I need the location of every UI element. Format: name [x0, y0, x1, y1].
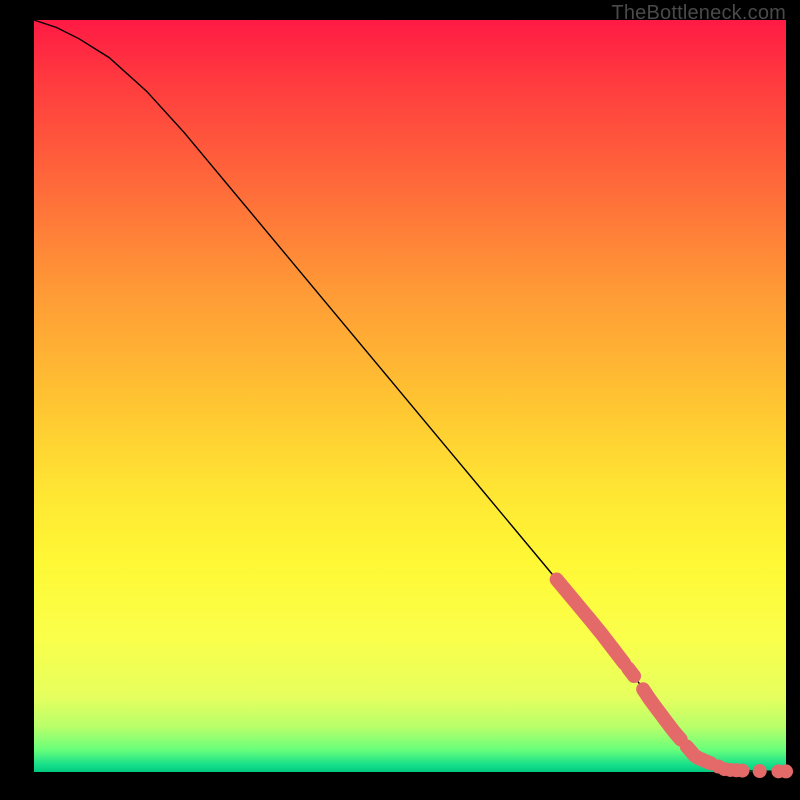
data-point [779, 764, 793, 778]
highlight-segment [643, 689, 681, 739]
watermark-text: TheBottleneck.com [611, 2, 786, 25]
chart-frame: TheBottleneck.com [0, 0, 800, 800]
data-point [735, 764, 749, 778]
highlight-segment [557, 579, 625, 663]
chart-svg [34, 20, 786, 772]
highlight-segment [687, 746, 711, 763]
highlight-segment [628, 668, 634, 676]
plot-area [34, 20, 786, 772]
highlight-segments [557, 579, 711, 763]
data-point [753, 764, 767, 778]
bottom-dot-cluster [711, 760, 793, 779]
bottleneck-curve [34, 20, 786, 771]
